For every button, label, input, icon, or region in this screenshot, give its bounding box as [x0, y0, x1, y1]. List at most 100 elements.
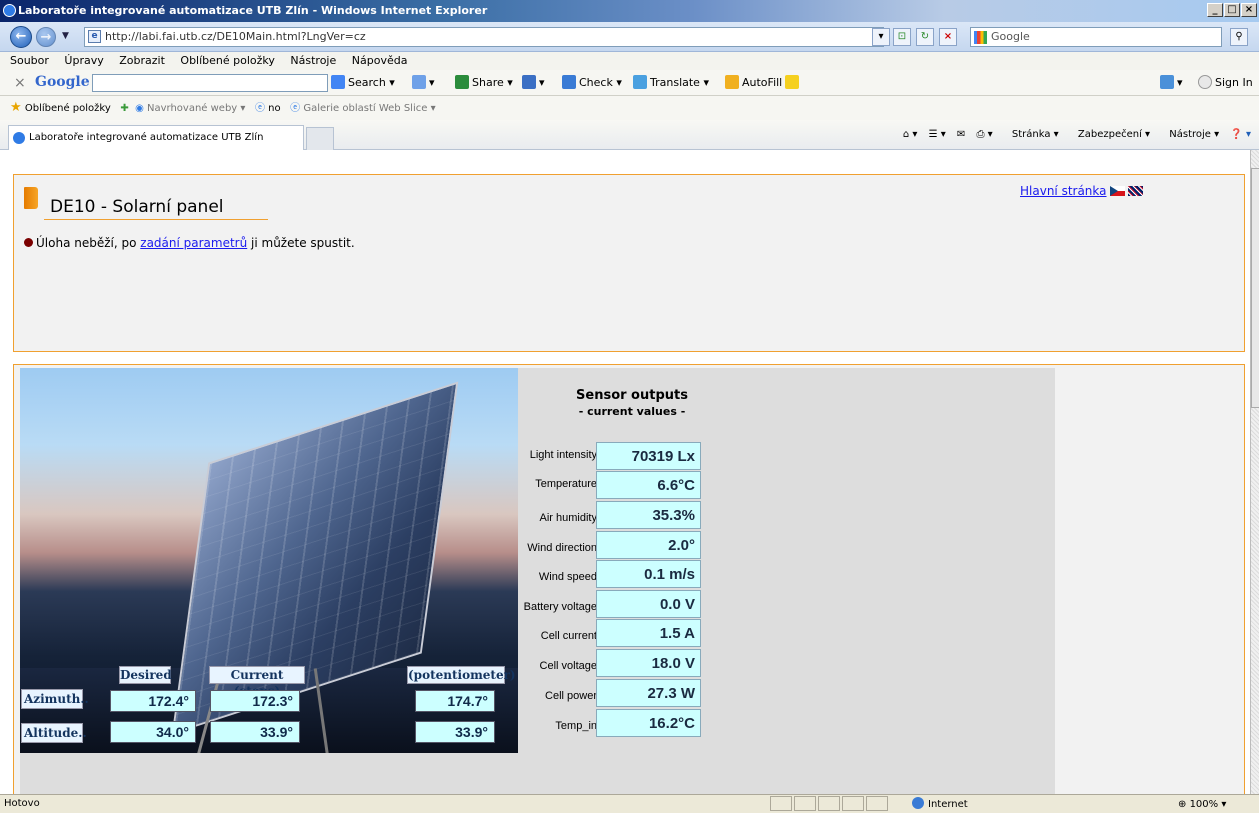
window-title-bar: Laboratoře integrované automatizace UTB … [0, 0, 1259, 22]
google-search-input[interactable] [92, 74, 328, 92]
czech-flag-icon[interactable] [1109, 186, 1125, 196]
favorites-star-icon: ★ [10, 100, 22, 115]
wrench-icon [1160, 75, 1174, 89]
feeds-icon[interactable]: ☰ ▾ [929, 129, 946, 140]
status-text-post: ji můžete spustit. [247, 236, 355, 250]
user-icon [1198, 75, 1212, 89]
mail-icon[interactable]: ✉ [957, 129, 965, 140]
tab-label: Laboratoře integrované automatizace UTB … [29, 132, 264, 143]
no-link[interactable]: ⓔ no [255, 103, 281, 114]
globe-icon [912, 797, 924, 809]
menu-zobrazit[interactable]: Zobrazit [119, 54, 165, 67]
menu-soubor[interactable]: Soubor [10, 54, 49, 67]
forward-button[interactable]: → [36, 27, 56, 47]
page-title: DE10 - Solarní panel [50, 197, 224, 217]
spellcheck-icon [562, 75, 576, 89]
help-icon[interactable]: ❓ ▾ [1230, 129, 1251, 140]
maximize-button[interactable]: □ [1224, 3, 1240, 17]
close-toolbar-icon[interactable]: × [14, 75, 26, 91]
stop-icon[interactable]: × [939, 28, 957, 46]
altitude-button[interactable]: Altitude.. [21, 723, 87, 743]
uk-flag-icon[interactable] [1127, 186, 1143, 196]
ie-icon [3, 4, 16, 17]
sensor-value: 16.2°C [596, 709, 701, 737]
refresh-icon[interactable]: ↻ [916, 28, 934, 46]
google-search-button[interactable]: Search ▾ [331, 75, 395, 91]
suggested-sites-icon: ◉ [135, 103, 144, 114]
share-label: Share [472, 76, 504, 89]
sensor-value: 0.0 V [596, 590, 701, 618]
print-icon[interactable]: ⎙ ▾ [977, 129, 993, 140]
address-field[interactable]: e http://labi.fai.utb.cz/DE10Main.html?L… [84, 27, 884, 47]
minimize-button[interactable]: _ [1207, 3, 1223, 17]
security-menu[interactable]: Zabezpečení ▾ [1070, 129, 1150, 140]
address-url: http://labi.fai.utb.cz/DE10Main.html?Lng… [105, 30, 366, 43]
solar-panel-camera-image: Desired Current (steps) (potentiometer) … [20, 368, 518, 753]
autofill-button[interactable]: AutoFill ▾ [725, 75, 791, 91]
favorites-button[interactable]: Oblíbené položky [25, 103, 111, 114]
history-dropdown-icon[interactable]: ▼ [62, 31, 69, 41]
sensor-label: Cell voltage [539, 660, 597, 672]
sensor-value: 27.3 W [596, 679, 701, 707]
sensor-value: 35.3% [596, 501, 701, 529]
search-icon[interactable]: ⚲ [1230, 28, 1248, 46]
tab-ie-icon [13, 132, 25, 144]
menu-napoveda[interactable]: Nápověda [352, 54, 408, 67]
sensor-value: 1.5 A [596, 619, 701, 647]
add-favorite-icon[interactable]: ✚ [120, 103, 128, 114]
plus-button[interactable]: ▾ [412, 75, 435, 91]
status-text: Hotovo [4, 798, 40, 809]
new-tab-button[interactable] [306, 127, 334, 150]
book-icon [24, 187, 38, 209]
main-page-link[interactable]: Hlavní stránka [1020, 184, 1107, 198]
sensor-label: Battery voltage [523, 601, 597, 613]
desired-header: Desired [119, 666, 172, 684]
zoom-icon: ⊕ [1178, 799, 1190, 810]
security-zone[interactable]: Internet [912, 796, 968, 813]
azimuth-button[interactable]: Azimuth.. [21, 689, 89, 709]
search-field[interactable]: Google [970, 27, 1222, 47]
zone-label: Internet [928, 799, 968, 810]
vertical-scrollbar[interactable] [1250, 150, 1259, 794]
compatibility-icon[interactable]: ⊡ [893, 28, 911, 46]
highlighter-button[interactable] [785, 75, 802, 91]
check-label: Check [579, 76, 613, 89]
share-icon [455, 75, 469, 89]
tab-active[interactable]: Laboratoře integrované automatizace UTB … [8, 125, 304, 150]
webslice-gallery-link[interactable]: ⓔ Galerie oblastí Web Slice ▾ [290, 103, 435, 114]
page-menu[interactable]: Stránka ▾ [1004, 129, 1059, 140]
sensor-label: Wind direction [527, 542, 597, 554]
close-button[interactable]: × [1241, 3, 1257, 17]
header-panel: DE10 - Solarní panel Úloha neběží, po za… [13, 174, 1245, 352]
page-viewport: DE10 - Solarní panel Úloha neběží, po za… [0, 150, 1250, 794]
address-dropdown-icon[interactable]: ▾ [872, 28, 890, 46]
zoom-control[interactable]: ⊕ 100% ▾ [1178, 796, 1226, 813]
experiment-panel: Desired Current (steps) (potentiometer) … [13, 364, 1245, 794]
menu-oblibene[interactable]: Oblíbené položky [180, 54, 275, 67]
sensor-label: Cell current [540, 630, 597, 642]
scrollbar-thumb[interactable] [1251, 168, 1259, 408]
translate-icon [633, 75, 647, 89]
menu-upravy[interactable]: Úpravy [64, 54, 103, 67]
suggested-sites-link[interactable]: ◉ Navrhované weby ▾ [135, 103, 245, 114]
google-icon [974, 31, 987, 44]
back-button[interactable]: ← [10, 26, 32, 48]
task-status: Úloha neběží, po zadání parametrů ji můž… [24, 236, 355, 250]
status-dot-icon [24, 238, 33, 247]
translate-button[interactable]: Translate ▾ [633, 75, 709, 91]
menu-nastroje[interactable]: Nástroje [290, 54, 336, 67]
parameters-link[interactable]: zadání parametrů [140, 236, 247, 250]
home-icon[interactable]: ⌂ ▾ [903, 129, 918, 140]
sensor-title: Sensor outputs [576, 388, 688, 403]
title-underline [44, 219, 268, 220]
share-button[interactable]: Share ▾ [455, 75, 513, 91]
sensor-label: Light intensity [529, 449, 597, 461]
sensor-label: Temperature [535, 478, 597, 490]
bookmark-button[interactable]: ▾ [522, 75, 545, 91]
tools-menu[interactable]: Nástroje ▾ [1161, 129, 1219, 140]
status-bar: Hotovo Internet ⊕ 100% ▾ [0, 794, 1259, 812]
check-button[interactable]: Check ▾ [562, 75, 622, 91]
window-title: Laboratoře integrované automatizace UTB … [18, 4, 488, 17]
wrench-button[interactable]: ▾ [1160, 75, 1183, 91]
zoom-label: 100% [1189, 799, 1219, 810]
